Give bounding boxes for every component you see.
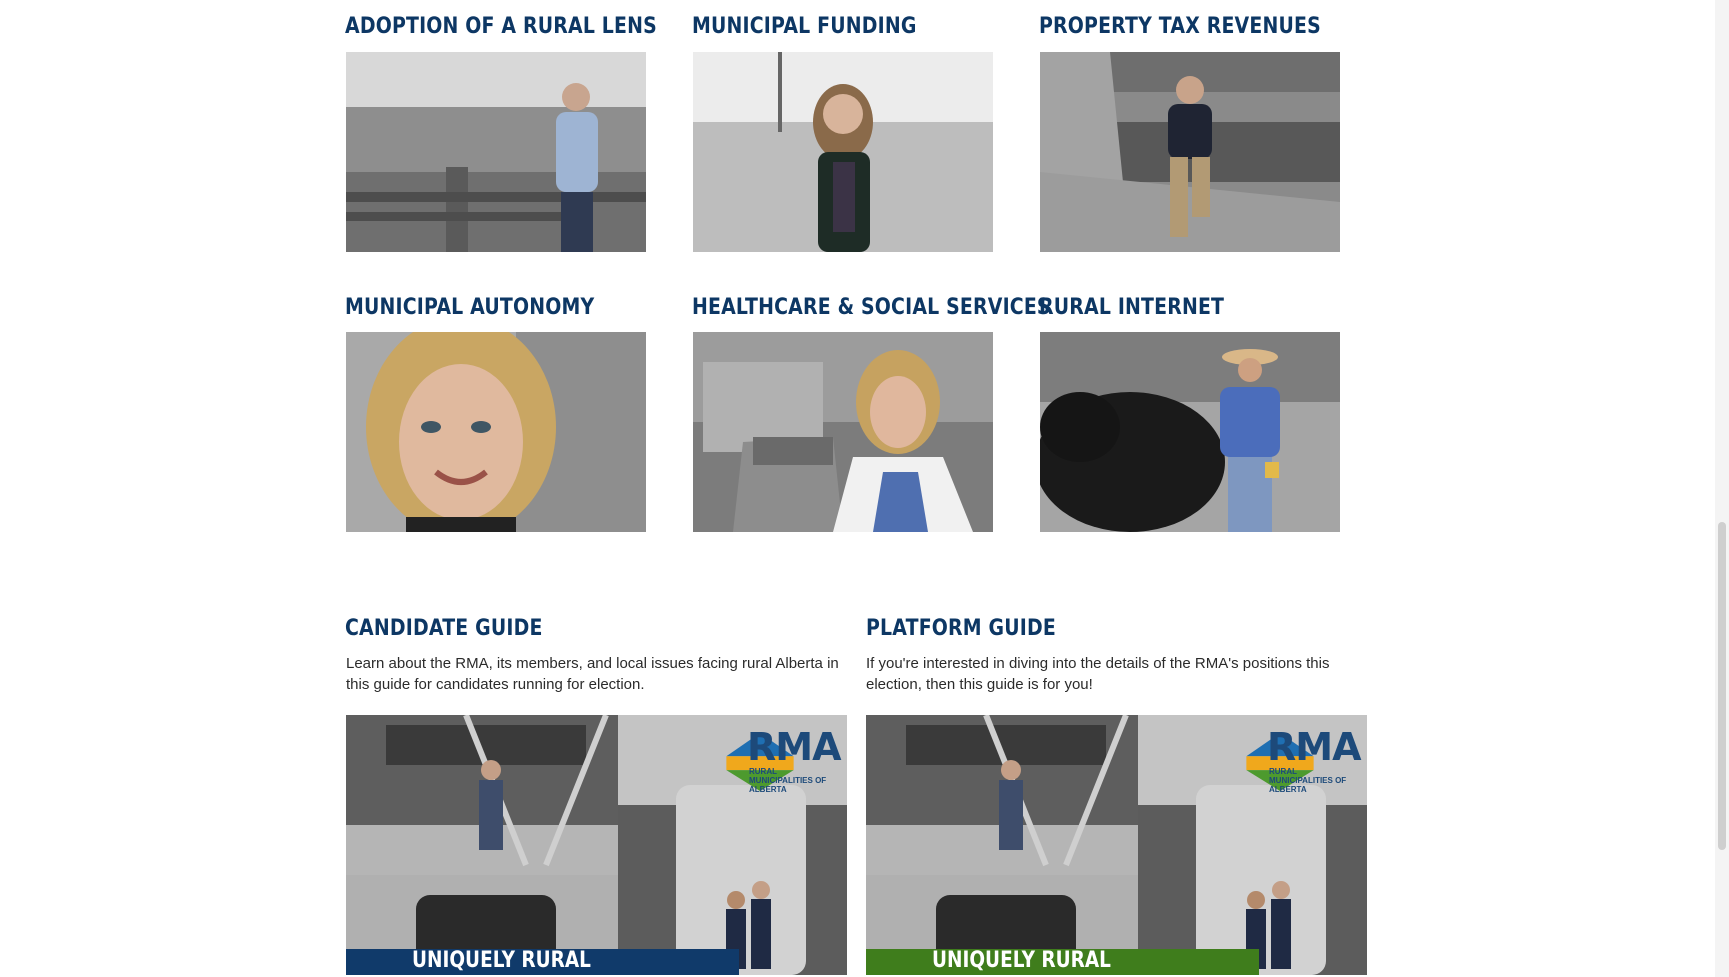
topic-title-rural-lens[interactable]: ADOPTION OF A RURAL LENS [345,12,657,42]
platform-guide-cover[interactable]: RMA RURAL MUNICIPALITIES of ALBERTA UNIQ… [866,715,1367,975]
topic-title-municipal-funding[interactable]: MUNICIPAL FUNDING [692,12,917,42]
rma-logo-word: RMA [1267,725,1361,769]
topic-title-rural-internet[interactable]: RURAL INTERNET [1039,293,1224,323]
rma-logo-subtitle: RURAL MUNICIPALITIES of ALBERTA [749,767,827,794]
topic-title-municipal-autonomy[interactable]: MUNICIPAL AUTONOMY [345,293,594,323]
topic-photo-rural-internet[interactable] [1040,332,1340,532]
topic-photo-healthcare[interactable] [693,332,993,532]
platform-guide-title: PLATFORM GUIDE [866,616,1056,641]
scrollbar-thumb[interactable] [1718,522,1726,850]
platform-guide-description: If you're interested in diving into the … [866,655,1330,693]
topic-photo-municipal-funding[interactable] [693,52,993,252]
rma-logo: RMA RURAL MUNICIPALITIES of ALBERTA [685,725,841,794]
rma-logo-subtitle: RURAL MUNICIPALITIES of ALBERTA [1269,767,1347,794]
topic-photo-rural-lens[interactable] [346,52,646,252]
topic-photo-municipal-autonomy[interactable] [346,332,646,532]
rma-logo: RMA RURAL MUNICIPALITIES of ALBERTA [1205,725,1361,794]
candidate-guide-description: Learn about the RMA, its members, and lo… [346,655,839,693]
topic-title-property-tax[interactable]: PROPERTY TAX REVENUES [1039,12,1321,42]
candidate-guide-cover[interactable]: RMA RURAL MUNICIPALITIES of ALBERTA UNIQ… [346,715,847,975]
rma-logo-word: RMA [747,725,841,769]
topic-photo-property-tax[interactable] [1040,52,1340,252]
topic-title-healthcare[interactable]: HEALTHCARE & SOCIAL SERVICES [692,293,1051,323]
candidate-guide-title: CANDIDATE GUIDE [345,616,543,641]
page-scrollbar[interactable] [1715,0,1729,977]
candidate-guide-cover-title: UNIQUELY RURAL [412,948,591,973]
platform-guide-cover-title: UNIQUELY RURAL [932,948,1111,973]
